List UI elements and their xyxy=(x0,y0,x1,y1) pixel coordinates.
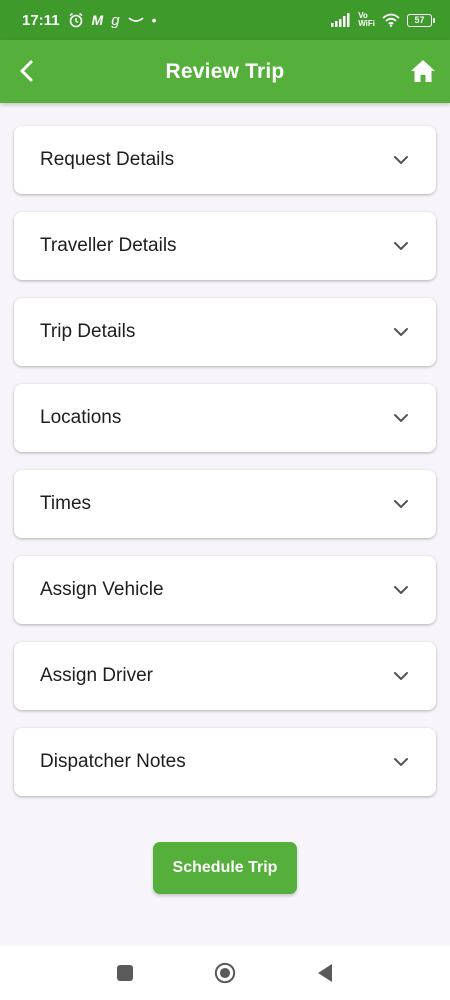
section-times[interactable]: Times xyxy=(14,470,436,538)
section-request-details[interactable]: Request Details xyxy=(14,126,436,194)
section-label: Dispatcher Notes xyxy=(40,751,186,772)
circle-icon xyxy=(214,962,236,984)
battery-level: 57 xyxy=(414,15,425,25)
square-icon xyxy=(117,965,133,981)
section-dispatcher-notes[interactable]: Dispatcher Notes xyxy=(14,728,436,796)
chevron-down-icon xyxy=(394,242,408,250)
home-icon[interactable] xyxy=(410,58,436,84)
chevron-down-icon xyxy=(394,156,408,164)
app-bar: Review Trip xyxy=(0,40,450,103)
chevron-down-icon xyxy=(394,500,408,508)
section-label: Locations xyxy=(40,407,122,428)
section-label: Assign Driver xyxy=(40,665,153,686)
chevron-down-icon xyxy=(394,672,408,680)
triangle-back-icon xyxy=(318,964,332,982)
notification-g-icon: g xyxy=(111,11,120,29)
chevron-down-icon xyxy=(394,414,408,422)
battery-icon: 57 xyxy=(407,13,435,27)
chevron-down-icon xyxy=(394,328,408,336)
section-label: Traveller Details xyxy=(40,235,177,256)
sections-list: Request Details Traveller Details Trip D… xyxy=(14,126,436,814)
section-label: Request Details xyxy=(40,149,175,170)
notification-smile-icon xyxy=(128,17,144,22)
back-nav-button[interactable] xyxy=(314,962,336,984)
section-assign-driver[interactable]: Assign Driver xyxy=(14,642,436,710)
system-nav-bar xyxy=(0,946,450,1000)
back-arrow-icon[interactable] xyxy=(14,57,42,85)
signal-icon xyxy=(331,13,350,27)
status-left: 17:11 M g • xyxy=(22,12,156,29)
alarm-icon xyxy=(69,12,83,28)
page-title: Review Trip xyxy=(165,59,285,83)
section-locations[interactable]: Locations xyxy=(14,384,436,452)
chevron-down-icon xyxy=(394,586,408,594)
status-bar: 17:11 M g • Vo WiFi 57 xyxy=(0,0,450,40)
notification-m-icon: M xyxy=(91,12,104,28)
wifi-icon xyxy=(382,13,400,27)
status-time: 17:11 xyxy=(22,11,60,29)
status-right: Vo WiFi 57 xyxy=(331,12,435,28)
schedule-trip-button[interactable]: Schedule Trip xyxy=(153,842,297,894)
notification-dot-icon: • xyxy=(151,12,157,28)
wifi-label: WiFi xyxy=(358,19,375,28)
section-traveller-details[interactable]: Traveller Details xyxy=(14,212,436,280)
section-label: Times xyxy=(40,493,92,514)
vowifi-indicator: Vo WiFi xyxy=(358,12,375,28)
home-nav-button[interactable] xyxy=(214,962,236,984)
section-label: Assign Vehicle xyxy=(40,579,164,600)
section-label: Trip Details xyxy=(40,321,136,342)
section-trip-details[interactable]: Trip Details xyxy=(14,298,436,366)
section-assign-vehicle[interactable]: Assign Vehicle xyxy=(14,556,436,624)
chevron-down-icon xyxy=(394,758,408,766)
recents-button[interactable] xyxy=(114,962,136,984)
